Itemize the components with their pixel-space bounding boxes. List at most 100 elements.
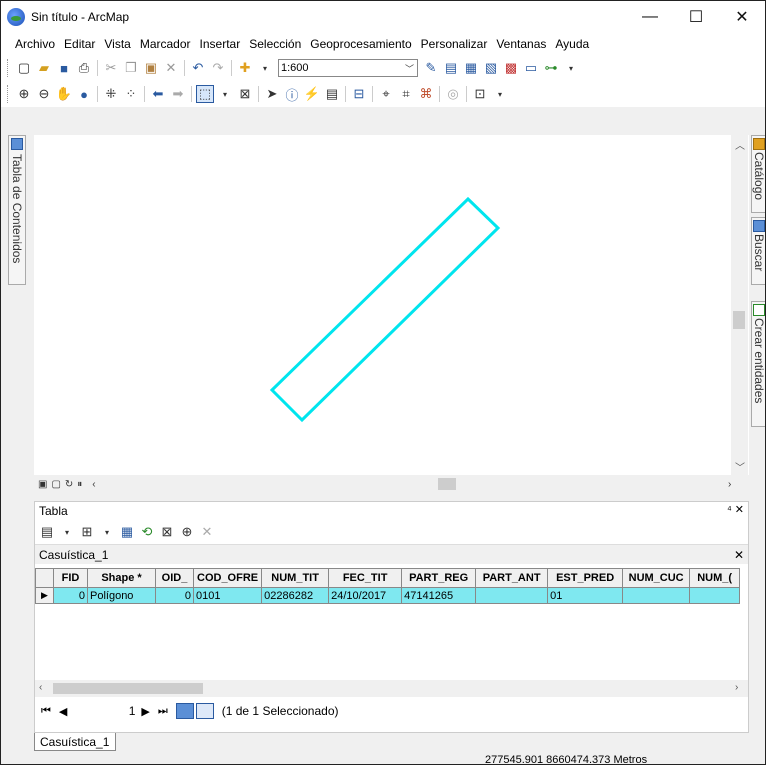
table-cell[interactable]: 24/10/2017 <box>328 587 403 604</box>
open-folder-icon[interactable]: ▰ <box>35 59 53 77</box>
show-all-records-icon[interactable] <box>175 703 194 719</box>
table-cell[interactable]: 0 <box>53 587 88 604</box>
table-cell[interactable]: 0101 <box>192 587 263 604</box>
table-cell[interactable]: Polígono <box>87 587 156 604</box>
select-dropdown-icon[interactable]: ▾ <box>216 85 234 103</box>
find-route-icon[interactable]: ⌗ <box>397 85 415 103</box>
pause-drawing-icon[interactable]: ⏸ <box>77 479 82 490</box>
zoom-out-icon[interactable]: ⊖ <box>35 85 53 103</box>
select-elements-icon[interactable]: ➤ <box>263 85 281 103</box>
table-cell[interactable]: 0 <box>155 587 194 604</box>
table-cell[interactable]: 01 <box>547 587 624 604</box>
last-record-button[interactable]: ⏭ <box>158 705 168 718</box>
editor-toolbar-icon[interactable]: ✎ <box>422 59 440 77</box>
fixed-zoom-in-icon[interactable]: ⁜ <box>102 85 120 103</box>
zoom-in-icon[interactable]: ⊕ <box>15 85 33 103</box>
column-header[interactable]: EST_PRED <box>547 568 624 588</box>
python-window-icon[interactable]: ▭ <box>522 59 540 77</box>
table-tab-casuistica[interactable]: Casuística_1 <box>34 733 116 751</box>
scrollbar-thumb[interactable] <box>733 311 745 329</box>
select-features-icon[interactable]: ⬚ <box>196 85 214 103</box>
scrollbar-thumb[interactable] <box>438 478 456 490</box>
scroll-right-icon[interactable]: › <box>728 479 731 490</box>
column-header[interactable]: NUM_CUC <box>622 568 691 588</box>
map-scale-combo[interactable]: 1:600 ﹀ <box>278 59 418 77</box>
show-selected-records-icon[interactable] <box>195 703 214 719</box>
minimize-button[interactable]: — <box>627 1 673 33</box>
column-header[interactable]: NUM_TIT <box>261 568 330 588</box>
toolbar-grip[interactable] <box>7 85 10 103</box>
menu-vista[interactable]: Vista <box>104 37 130 51</box>
next-record-button[interactable]: ▶ <box>141 705 149 718</box>
fixed-zoom-out-icon[interactable]: ⁘ <box>122 85 140 103</box>
chevron-down-icon[interactable]: ﹀ <box>405 62 417 75</box>
forward-extent-icon[interactable]: ➡ <box>169 85 187 103</box>
column-header[interactable]: PART_ANT <box>475 568 549 588</box>
zoom-to-selected-icon[interactable]: ⊕ <box>178 523 196 541</box>
layout-view-icon[interactable]: ▢ <box>51 479 60 490</box>
scroll-up-icon[interactable]: ︿ <box>735 137 745 152</box>
create-viewer-icon[interactable]: ⊡ <box>471 85 489 103</box>
create-features-dock-tab[interactable]: Crear entidades <box>751 301 765 427</box>
table-options-icon[interactable]: ▤ <box>38 523 56 541</box>
pin-close-icons[interactable]: ⁴ ✕ <box>727 503 744 516</box>
maximize-button[interactable]: ☐ <box>673 1 719 33</box>
column-header[interactable]: PART_REG <box>401 568 477 588</box>
table-of-contents-dock-tab[interactable]: Tabla de Contenidos <box>8 135 26 285</box>
menu-geoprocesamiento[interactable]: Geoprocesamiento <box>310 37 411 51</box>
cut-icon[interactable]: ✂ <box>102 59 120 77</box>
scroll-right-icon[interactable]: › <box>735 682 738 693</box>
measure-icon[interactable]: ⊟ <box>350 85 368 103</box>
table-cell[interactable] <box>689 587 741 604</box>
paste-icon[interactable]: ▣ <box>142 59 160 77</box>
full-extent-icon[interactable]: ● <box>75 85 93 103</box>
map-canvas[interactable] <box>34 135 749 475</box>
menu-ayuda[interactable]: Ayuda <box>555 37 589 51</box>
table-cell[interactable]: 02286282 <box>261 587 330 604</box>
menu-personalizar[interactable]: Personalizar <box>421 37 488 51</box>
select-by-attributes-icon[interactable]: ▦ <box>118 523 136 541</box>
new-document-icon[interactable]: ▢ <box>15 59 33 77</box>
table-of-contents-icon[interactable]: ▤ <box>442 59 460 77</box>
menu-seleccion[interactable]: Selección <box>249 37 301 51</box>
switch-selection-icon[interactable]: ⟲ <box>138 523 156 541</box>
toolbar-options-icon[interactable]: ▾ <box>562 59 580 77</box>
menu-editar[interactable]: Editar <box>64 37 95 51</box>
hyperlink-icon[interactable]: ⚡ <box>303 85 321 103</box>
first-record-button[interactable]: ⏮ <box>41 705 51 718</box>
toolbar-options-icon[interactable]: ▾ <box>491 85 509 103</box>
pan-hand-icon[interactable]: ✋ <box>55 85 73 103</box>
column-header[interactable]: Shape * <box>87 568 156 588</box>
add-data-dropdown-icon[interactable]: ▾ <box>256 59 274 77</box>
print-icon[interactable]: ⎙ <box>75 59 93 77</box>
refresh-icon[interactable]: ↻ <box>65 479 73 490</box>
copy-icon[interactable]: ❐ <box>122 59 140 77</box>
scrollbar-thumb[interactable] <box>53 683 203 694</box>
menu-archivo[interactable]: Archivo <box>15 37 55 51</box>
related-tables-icon[interactable]: ⊞ <box>78 523 96 541</box>
map-vertical-scrollbar[interactable]: ︿ ﹀ <box>731 135 748 475</box>
time-slider-icon[interactable]: ◎ <box>444 85 462 103</box>
menu-marcador[interactable]: Marcador <box>140 37 191 51</box>
delete-selected-icon[interactable]: ✕ <box>198 523 216 541</box>
table-cell[interactable] <box>475 587 549 604</box>
clear-table-selection-icon[interactable]: ⊠ <box>158 523 176 541</box>
table-cell[interactable] <box>622 587 691 604</box>
menu-insertar[interactable]: Insertar <box>200 37 241 51</box>
arctoolbox-icon[interactable]: ▩ <box>502 59 520 77</box>
save-icon[interactable]: ■ <box>55 59 73 77</box>
close-icon[interactable]: ✕ <box>734 548 744 562</box>
search-window-icon[interactable]: ▧ <box>482 59 500 77</box>
column-header[interactable]: NUM_( <box>689 568 741 588</box>
previous-record-button[interactable]: ◀ <box>59 705 67 718</box>
scroll-down-icon[interactable]: ﹀ <box>735 459 745 474</box>
selected-parcel-polygon[interactable] <box>269 196 501 423</box>
html-popup-icon[interactable]: ▤ <box>323 85 341 103</box>
model-builder-icon[interactable]: ⊶ <box>542 59 560 77</box>
identify-icon[interactable]: ⓘ <box>283 85 301 103</box>
table-cell[interactable]: 47141265 <box>401 587 477 604</box>
table-row[interactable]: ▶ 0 Polígono 0 0101 02286282 24/10/2017 … <box>35 587 741 604</box>
search-dock-tab[interactable]: Buscar <box>751 217 765 285</box>
redo-icon[interactable]: ↷ <box>209 59 227 77</box>
column-header[interactable]: FID <box>53 568 88 588</box>
